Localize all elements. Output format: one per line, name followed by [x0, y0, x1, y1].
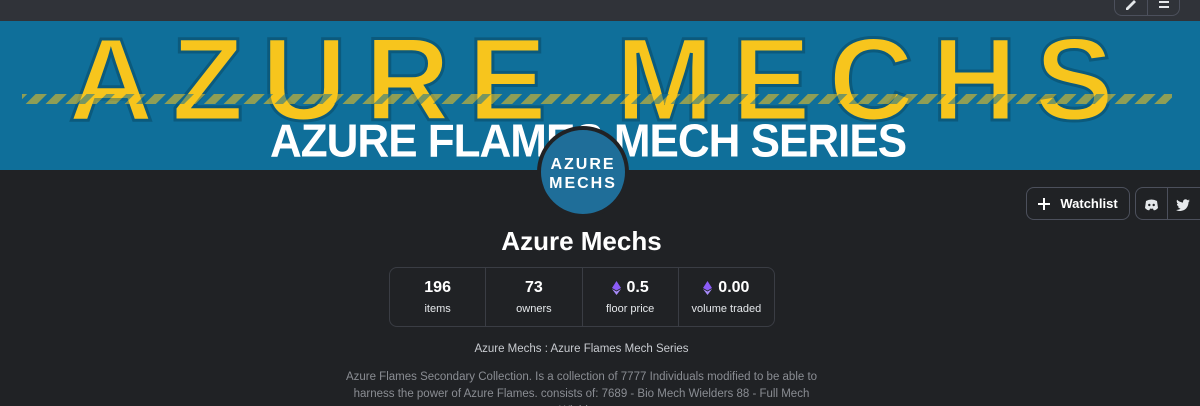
stat-floor-price[interactable]: 0.5 floor price [581, 268, 678, 326]
discord-link[interactable] [1136, 188, 1167, 219]
menu-button[interactable] [1147, 0, 1179, 15]
ethereum-icon [611, 281, 621, 295]
collection-description: Azure Flames Secondary Collection. Is a … [345, 371, 818, 406]
stat-value: 0.5 [611, 279, 649, 297]
pencil-icon [1126, 0, 1136, 10]
stat-value: 196 [424, 279, 451, 296]
stat-label: floor price [605, 303, 655, 315]
social-links [1135, 187, 1200, 220]
watchlist-label: Watchlist [1060, 196, 1118, 211]
svg-text:MECHS: MECHS [549, 175, 617, 192]
twitter-link[interactable] [1167, 188, 1198, 219]
watchlist-button[interactable]: Watchlist [1026, 187, 1130, 220]
stat-owners[interactable]: 73 owners [485, 268, 581, 326]
collection-stats: 196 items 73 owners 0.5 floor price 0.00… [389, 267, 775, 327]
collection-name: Azure Mechs [501, 226, 662, 256]
svg-text:AZURE: AZURE [550, 156, 615, 173]
discord-icon [1145, 199, 1158, 210]
stat-label: items [424, 303, 451, 315]
stat-volume-traded[interactable]: 0.00 volume traded [677, 268, 774, 326]
menu-icon [1158, 1, 1169, 8]
collection-avatar[interactable]: AZURE MECHS [537, 126, 629, 218]
stat-label: owners [516, 303, 552, 315]
stat-value: 73 [524, 279, 543, 296]
stat-label: volume traded [691, 303, 762, 315]
twitter-icon [1176, 198, 1190, 211]
avatar-logo: AZURE MECHS [544, 150, 622, 194]
top-bar [0, 0, 1200, 21]
description-title: Azure Mechs : Azure Flames Mech Series [474, 343, 689, 355]
plus-icon [1038, 197, 1051, 210]
top-actions [1114, 0, 1180, 16]
stat-value: 0.00 [703, 279, 749, 297]
edit-button[interactable] [1115, 0, 1147, 15]
ethereum-icon [703, 281, 713, 295]
stat-items[interactable]: 196 items [390, 268, 485, 326]
